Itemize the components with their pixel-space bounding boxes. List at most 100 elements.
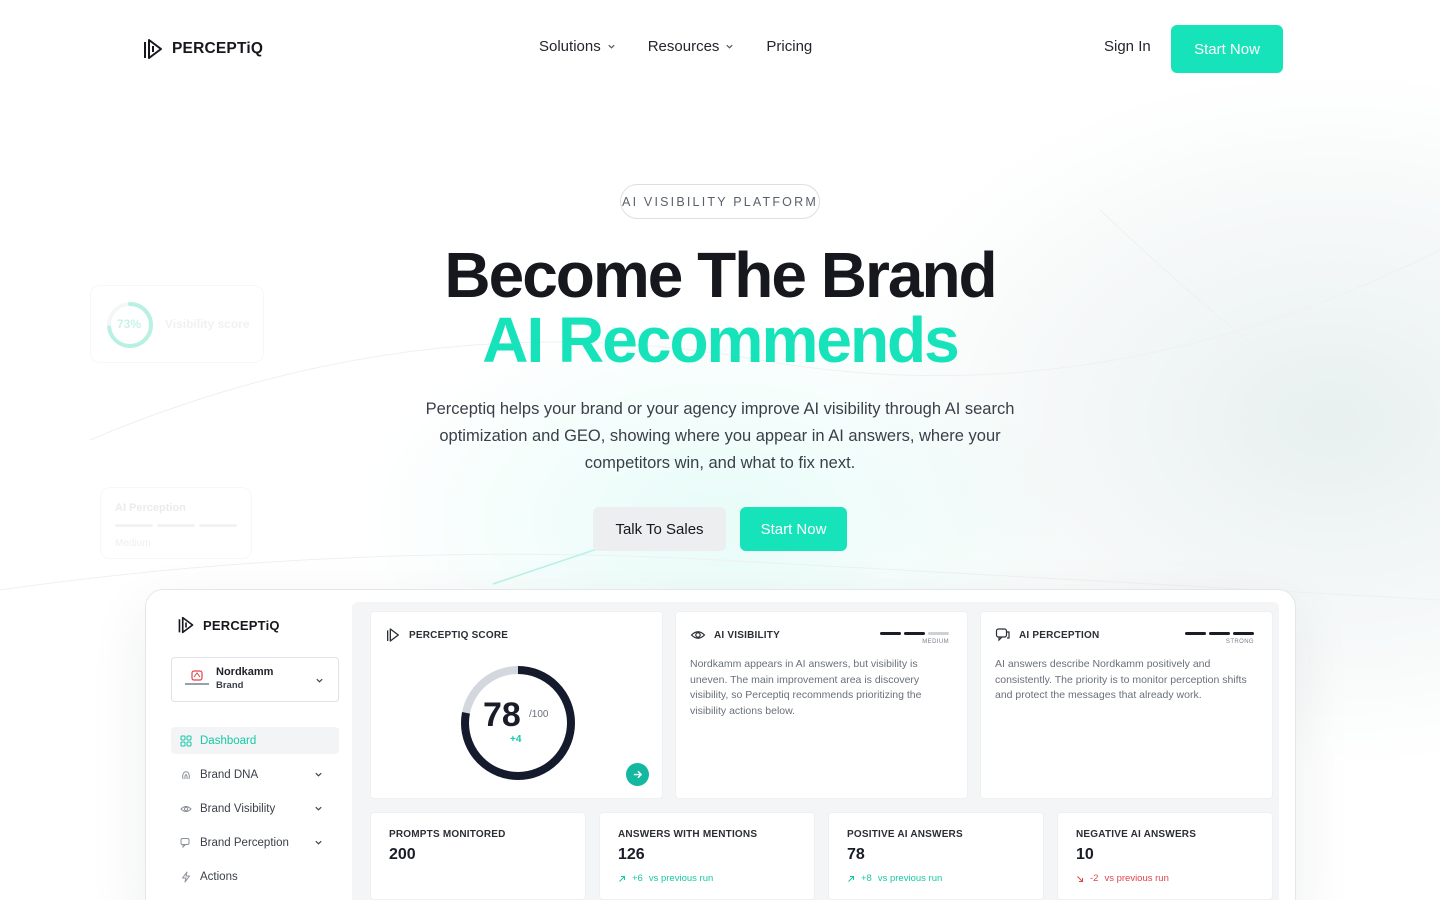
nav-resources[interactable]: Resources (648, 38, 735, 55)
stat-negative-ai-answers: NEGATIVE AI ANSWERS 10 -2 vs previous ru… (1057, 812, 1273, 900)
sidebar-item-label: Brand DNA (200, 768, 259, 781)
sidebar-item-label: Brand Visibility (200, 802, 276, 815)
arrow-up-right-icon (619, 875, 625, 882)
perception-bars (115, 524, 237, 527)
eye-icon (180, 805, 192, 812)
hero-cta-row: Talk To Sales Start Now (593, 507, 847, 551)
eyebrow-badge: AI VISIBILITY PLATFORM (620, 184, 820, 219)
stat-delta-value: +8 (861, 873, 872, 884)
chevron-down-icon (608, 44, 615, 49)
stat-value: 200 (389, 846, 416, 863)
visibility-summary: Nordkamm appears in AI answers, but visi… (690, 658, 922, 717)
nav-pricing[interactable]: Pricing (766, 38, 812, 55)
nav-start-now-button[interactable]: Start Now (1171, 25, 1283, 73)
talk-to-sales-button[interactable]: Talk To Sales (593, 507, 726, 551)
score-card-title: PERCEPTIQ SCORE (409, 629, 509, 641)
app-logo[interactable]: PERCEPTiQ (177, 615, 280, 635)
score-details-button[interactable] (626, 763, 649, 786)
brand-logo[interactable]: PERCEPTiQ (142, 37, 263, 61)
score-card-header: PERCEPTIQ SCORE (385, 627, 508, 643)
score-value: 78 (483, 696, 521, 734)
perceptiq-logo-icon (144, 39, 162, 59)
perceptiq-logo-icon (387, 628, 400, 642)
stat-answers-with-mentions: ANSWERS WITH MENTIONS 126 +6 vs previous… (599, 812, 815, 900)
chevron-down-icon (315, 772, 322, 777)
sidebar-item-label: Brand Perception (200, 836, 289, 849)
hero-start-now-button[interactable]: Start Now (740, 507, 847, 551)
perception-level: Medium (115, 538, 151, 549)
stat-value: 78 (847, 846, 865, 863)
perception-card-title: AI PERCEPTION (1019, 629, 1100, 641)
level-bar (1233, 632, 1254, 635)
bolt-icon (182, 871, 190, 882)
hero-title: Become The Brand (444, 239, 997, 311)
ai-perception-card: AI PERCEPTION STRONG AI answers describe… (980, 611, 1273, 799)
sidebar-item-actions[interactable]: Actions (171, 863, 339, 890)
perception-card-header: AI PERCEPTION (995, 627, 1099, 643)
level-bar (1209, 632, 1230, 635)
arrow-right-icon (633, 770, 643, 779)
nav-solutions[interactable]: Solutions (539, 38, 616, 55)
perceptiq-logo-icon (178, 616, 194, 634)
chevron-down-icon (316, 678, 323, 683)
perception-level-bars (1185, 632, 1254, 635)
chevron-down-icon (315, 806, 322, 811)
chevron-down-icon (315, 840, 322, 845)
level-bar (880, 632, 901, 635)
sidebar-item-label: Dashboard (200, 734, 257, 747)
eye-icon (690, 631, 706, 639)
dashboard-preview: PERCEPTiQ Nordkamm Brand Dashboard Brand… (145, 589, 1296, 900)
stat-prompts-monitored: PROMPTS MONITORED 200 (370, 812, 586, 900)
app-sidebar: PERCEPTiQ Nordkamm Brand Dashboard Brand… (146, 590, 352, 900)
top-nav: PERCEPTiQ Solutions Resources Pricing Si… (0, 0, 1440, 98)
chat-icon (180, 837, 190, 848)
stat-delta-value: -2 (1090, 873, 1099, 884)
sidebar-item-dashboard[interactable]: Dashboard (171, 727, 339, 754)
sidebar-item-brand-perception[interactable]: Brand Perception (171, 829, 339, 856)
stat-delta-note: vs previous run (648, 873, 714, 884)
stat-delta: -2 vs previous run (1076, 873, 1169, 884)
stat-label: POSITIVE AI ANSWERS (847, 829, 963, 840)
score-delta: +4 (510, 734, 522, 745)
stat-positive-ai-answers: POSITIVE AI ANSWERS 78 +8 vs previous ru… (828, 812, 1044, 900)
level-bar (904, 632, 925, 635)
brand-name: PERCEPTiQ (172, 40, 264, 57)
nav-resources-label: Resources (647, 38, 720, 55)
visibility-card-header: AI VISIBILITY (690, 627, 780, 643)
stat-delta-note: vs previous run (1104, 873, 1169, 884)
level-bar (1185, 632, 1206, 635)
level-bar (928, 632, 949, 635)
sign-in-link[interactable]: Sign In (1104, 38, 1151, 55)
sidebar-item-brand-visibility[interactable]: Brand Visibility (171, 795, 339, 822)
chat-icon (995, 628, 1010, 642)
nordkamm-logo-icon (185, 670, 209, 685)
dashboard-main: PERCEPTIQ SCORE 78 /100 +4 AI VISIBILITY (352, 602, 1279, 900)
arrow-up-right-icon (848, 875, 854, 882)
sidebar-item-label: Actions (200, 870, 238, 883)
visibility-card-title: AI VISIBILITY (714, 629, 780, 641)
hero-title-accent: AI Recommends (482, 304, 959, 376)
brand-selector[interactable]: Nordkamm Brand (171, 657, 339, 702)
ai-visibility-card: AI VISIBILITY MEDIUM Nordkamm appears in… (675, 611, 968, 799)
brand-selector-name: Nordkamm (216, 666, 274, 678)
stat-delta: +6 vs previous run (618, 873, 713, 884)
main-menu: Solutions Resources Pricing (539, 38, 812, 55)
perception-level: STRONG (1225, 639, 1254, 645)
stat-label: ANSWERS WITH MENTIONS (618, 829, 758, 840)
stat-delta-note: vs previous run (877, 873, 943, 884)
grid-icon (180, 735, 192, 746)
visibility-level: MEDIUM (922, 639, 949, 645)
score-max: /100 (529, 709, 549, 720)
stat-label: PROMPTS MONITORED (389, 829, 506, 840)
visibility-level-bars (880, 632, 949, 635)
fingerprint-icon (182, 770, 190, 779)
perception-summary: AI answers describe Nordkamm positively … (995, 658, 1247, 701)
stat-delta: +8 vs previous run (847, 873, 942, 884)
stat-label: NEGATIVE AI ANSWERS (1076, 829, 1197, 840)
stat-value: 126 (618, 846, 645, 863)
brand-selector-type: Brand (216, 680, 244, 691)
arrow-down-right-icon (1077, 875, 1083, 882)
floating-perception-card: AI Perception Medium (100, 487, 252, 559)
stat-value: 10 (1076, 846, 1094, 863)
sidebar-item-brand-dna[interactable]: Brand DNA (171, 761, 339, 788)
